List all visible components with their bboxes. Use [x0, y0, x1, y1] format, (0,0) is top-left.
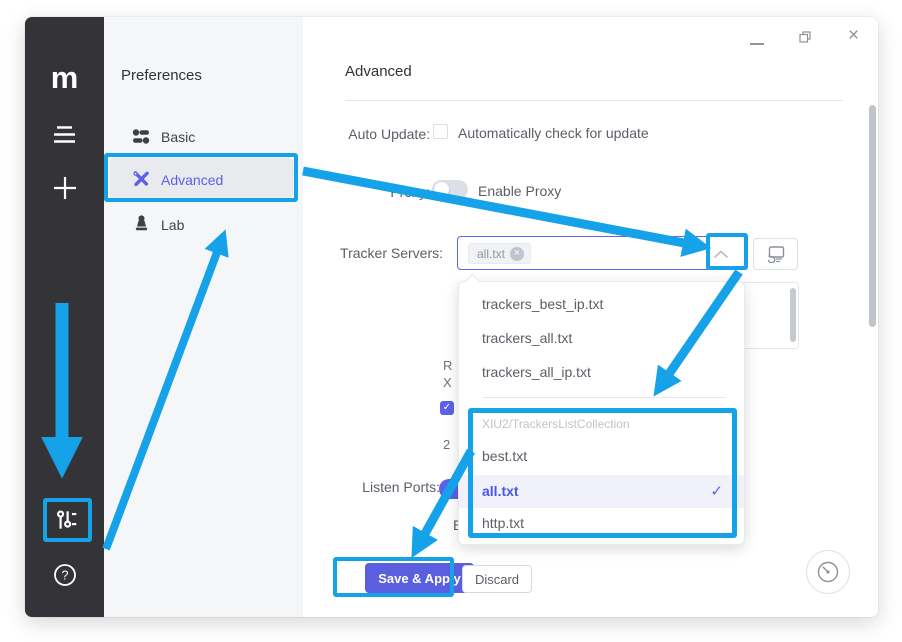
preferences-title: Preferences — [121, 67, 202, 84]
obscured-text-fragment: X — [443, 375, 452, 390]
obscured-text-fragment: R — [443, 358, 452, 373]
textarea-scrollbar[interactable] — [790, 288, 796, 342]
save-apply-button[interactable]: Save & Apply — [365, 563, 474, 593]
page-title: Advanced — [345, 63, 412, 80]
tracker-dropdown-popup: trackers_best_ip.txt trackers_all.txt tr… — [458, 281, 745, 545]
content-scrollbar[interactable] — [869, 105, 876, 327]
obscured-text-fragment: 2 — [443, 437, 450, 452]
proxy-label: Proxy: — [323, 184, 430, 200]
dropdown-option[interactable]: trackers_all.txt — [482, 330, 572, 346]
dropdown-option[interactable]: trackers_best_ip.txt — [482, 296, 603, 312]
close-icon[interactable]: × — [848, 25, 859, 47]
dropdown-option-selected[interactable]: all.txt ✓ — [459, 475, 744, 508]
preferences-panel: Preferences Basic Advanced — [104, 17, 303, 617]
dropdown-option[interactable]: trackers_all_ip.txt — [482, 364, 591, 380]
tag-text: all.txt — [477, 247, 505, 261]
popup-caret — [465, 274, 481, 290]
tag-remove-icon[interactable]: × — [510, 247, 524, 261]
nav-label-basic: Basic — [161, 129, 195, 145]
minimize-icon[interactable] — [750, 43, 764, 45]
add-task-icon[interactable] — [50, 173, 80, 208]
nav-label-advanced: Advanced — [161, 172, 223, 188]
auto-update-label: Auto Update: — [323, 126, 430, 142]
toggle-knob — [434, 182, 449, 197]
help-icon[interactable]: ? — [53, 563, 77, 592]
restore-icon[interactable] — [799, 30, 811, 48]
app-window: m — [25, 17, 878, 617]
selected-option-label: all.txt — [482, 483, 519, 499]
dropdown-group-label: XIU2/TrackersListCollection — [482, 417, 630, 431]
check-icon: ✓ — [710, 482, 723, 500]
nav-label-lab: Lab — [161, 217, 184, 233]
motrix-logo-icon: m — [25, 63, 104, 93]
dropdown-option[interactable]: best.txt — [482, 448, 527, 464]
title-divider — [345, 100, 843, 101]
dropdown-divider — [483, 397, 726, 398]
tracker-servers-select[interactable]: all.txt × — [457, 236, 747, 270]
enable-proxy-toggle-label: Enable Proxy — [478, 183, 561, 199]
discard-button[interactable]: Discard — [462, 565, 532, 593]
enable-proxy-toggle[interactable] — [432, 180, 468, 199]
speed-gauge-button[interactable] — [806, 550, 850, 594]
obscured-checked-checkbox[interactable]: ✓ — [440, 401, 454, 415]
task-list-icon[interactable] — [51, 125, 78, 149]
sidebar: m — [25, 17, 104, 617]
auto-update-checkbox-label: Automatically check for update — [458, 125, 649, 141]
dropdown-option[interactable]: http.txt — [482, 515, 524, 531]
svg-text:?: ? — [62, 569, 69, 583]
listen-ports-label: Listen Ports: — [320, 479, 440, 495]
auto-update-checkbox[interactable] — [433, 124, 448, 139]
selected-tracker-tag: all.txt × — [468, 243, 531, 264]
preferences-icon[interactable] — [53, 507, 79, 538]
advanced-settings-pane: × Advanced Auto Update: Automatically ch… — [303, 17, 878, 617]
chevron-up-icon[interactable] — [713, 250, 729, 259]
tracker-servers-label: Tracker Servers: — [323, 245, 443, 261]
sync-trackers-button[interactable] — [753, 238, 798, 270]
